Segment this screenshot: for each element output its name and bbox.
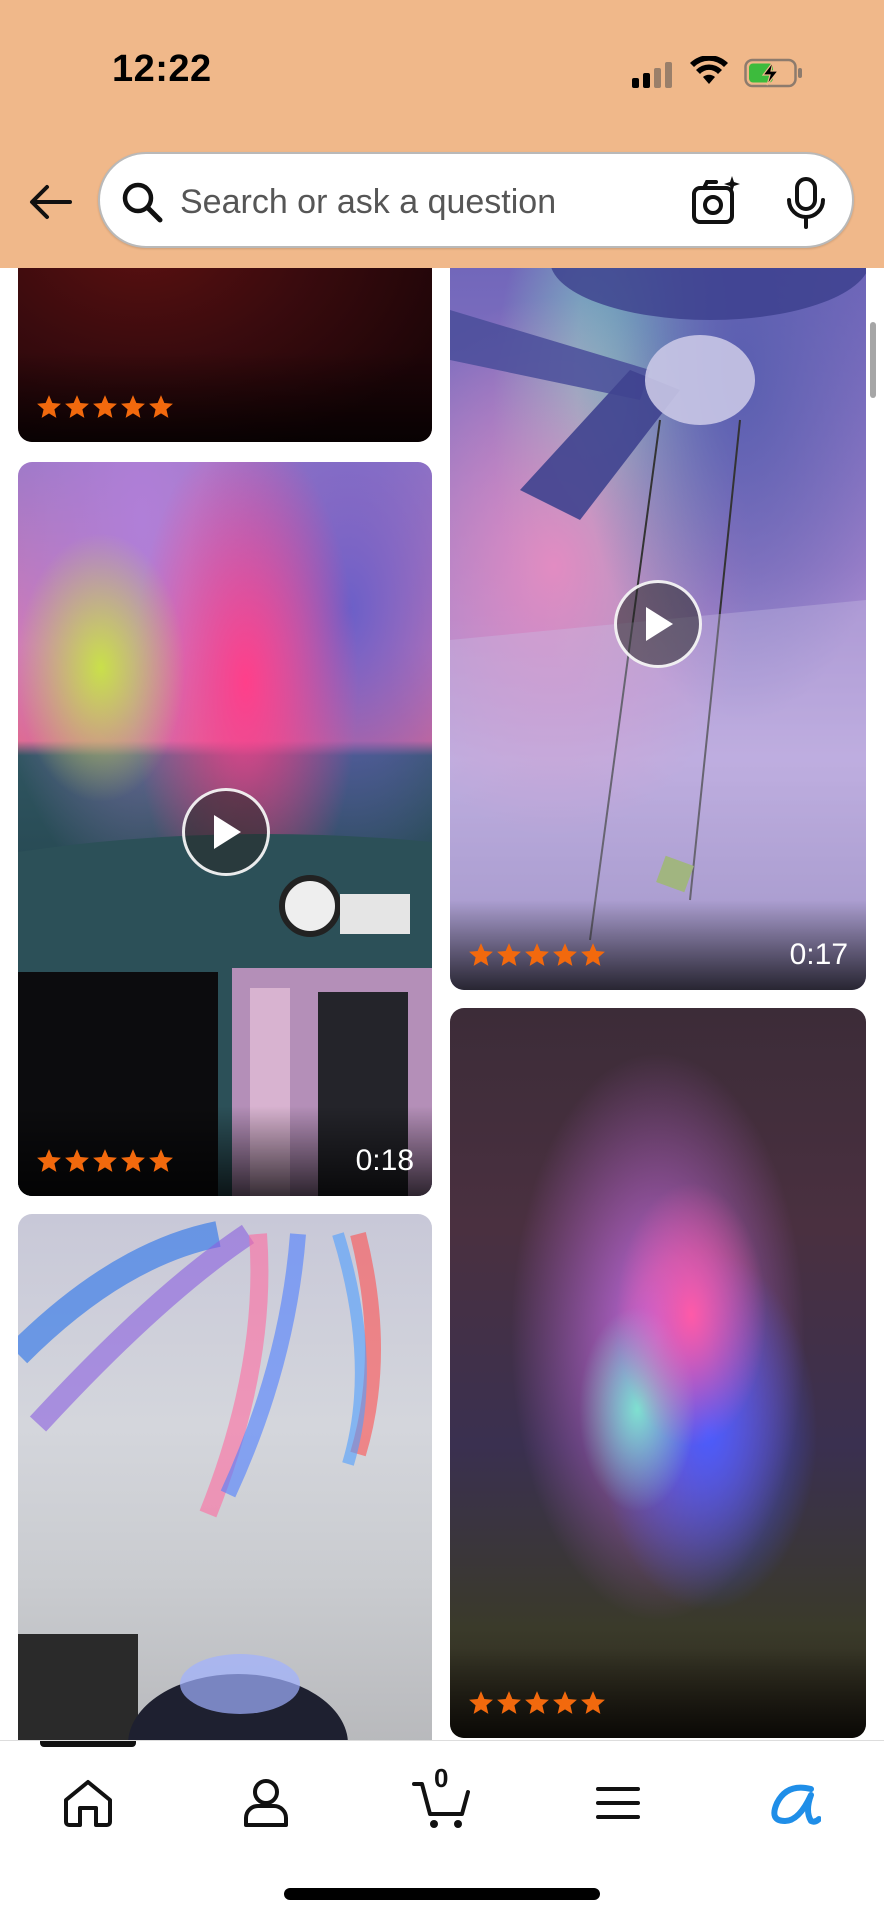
video-duration: 0:17 — [789, 938, 848, 971]
scrollbar[interactable] — [870, 322, 876, 398]
home-indicator[interactable] — [284, 1888, 600, 1900]
wifi-icon — [690, 56, 728, 84]
nav-account[interactable] — [234, 1771, 298, 1835]
star-icon — [93, 1149, 117, 1172]
star-icon — [65, 395, 89, 418]
star-icon — [497, 1691, 521, 1714]
review-media-card[interactable] — [18, 1214, 432, 1744]
star-icon — [37, 395, 61, 418]
nav-rufus[interactable] — [762, 1771, 826, 1835]
star-icon — [37, 1149, 61, 1172]
review-video-card[interactable]: 0:18 — [18, 462, 432, 1196]
rufus-icon — [771, 1784, 821, 1825]
cart-count: 0 — [434, 1763, 449, 1793]
star-icon — [469, 943, 493, 966]
star-icon — [525, 943, 549, 966]
status-time: 12:22 — [112, 48, 212, 90]
nav-menu[interactable] — [586, 1771, 650, 1835]
video-duration: 0:18 — [355, 1144, 414, 1177]
search-icon — [122, 182, 163, 223]
rainbow-light-image — [18, 1221, 381, 1744]
star-rating — [468, 942, 606, 968]
play-button[interactable] — [182, 788, 270, 876]
battery-charging-icon — [744, 58, 802, 88]
nav-home[interactable] — [56, 1771, 120, 1835]
microphone-icon[interactable] — [784, 176, 828, 230]
back-arrow-icon — [30, 185, 72, 219]
header: 12:22 — [0, 0, 884, 268]
star-icon — [121, 395, 145, 418]
star-icon — [497, 943, 521, 966]
star-icon — [469, 1691, 493, 1714]
home-icon — [64, 1780, 112, 1827]
star-icon — [121, 1149, 145, 1172]
star-rating — [36, 394, 174, 420]
search-bar[interactable] — [98, 152, 854, 248]
play-button[interactable] — [614, 580, 702, 668]
play-icon — [214, 815, 241, 849]
nav-cart[interactable]: 0 — [410, 1763, 474, 1835]
cellular-signal-icon — [632, 62, 674, 88]
menu-icon — [596, 1787, 640, 1819]
star-icon — [149, 395, 173, 418]
play-icon — [646, 607, 673, 641]
star-icon — [581, 943, 605, 966]
star-icon — [525, 1691, 549, 1714]
star-rating — [36, 1148, 174, 1174]
star-icon — [553, 1691, 577, 1714]
star-rating — [468, 1690, 606, 1716]
star-icon — [581, 1691, 605, 1714]
camera-lens-icon[interactable] — [688, 174, 744, 230]
star-icon — [149, 1149, 173, 1172]
star-icon — [93, 395, 117, 418]
review-video-card[interactable]: 0:17 — [450, 220, 866, 990]
star-icon — [553, 943, 577, 966]
search-input[interactable] — [180, 176, 650, 228]
active-tab-indicator — [40, 1741, 136, 1747]
review-media-card[interactable] — [450, 1008, 866, 1738]
back-button[interactable] — [24, 176, 76, 228]
account-icon — [244, 1779, 288, 1827]
star-icon — [65, 1149, 89, 1172]
app-screen: 12:22 Search or ask a question 0:17 0:18… — [0, 0, 884, 1920]
